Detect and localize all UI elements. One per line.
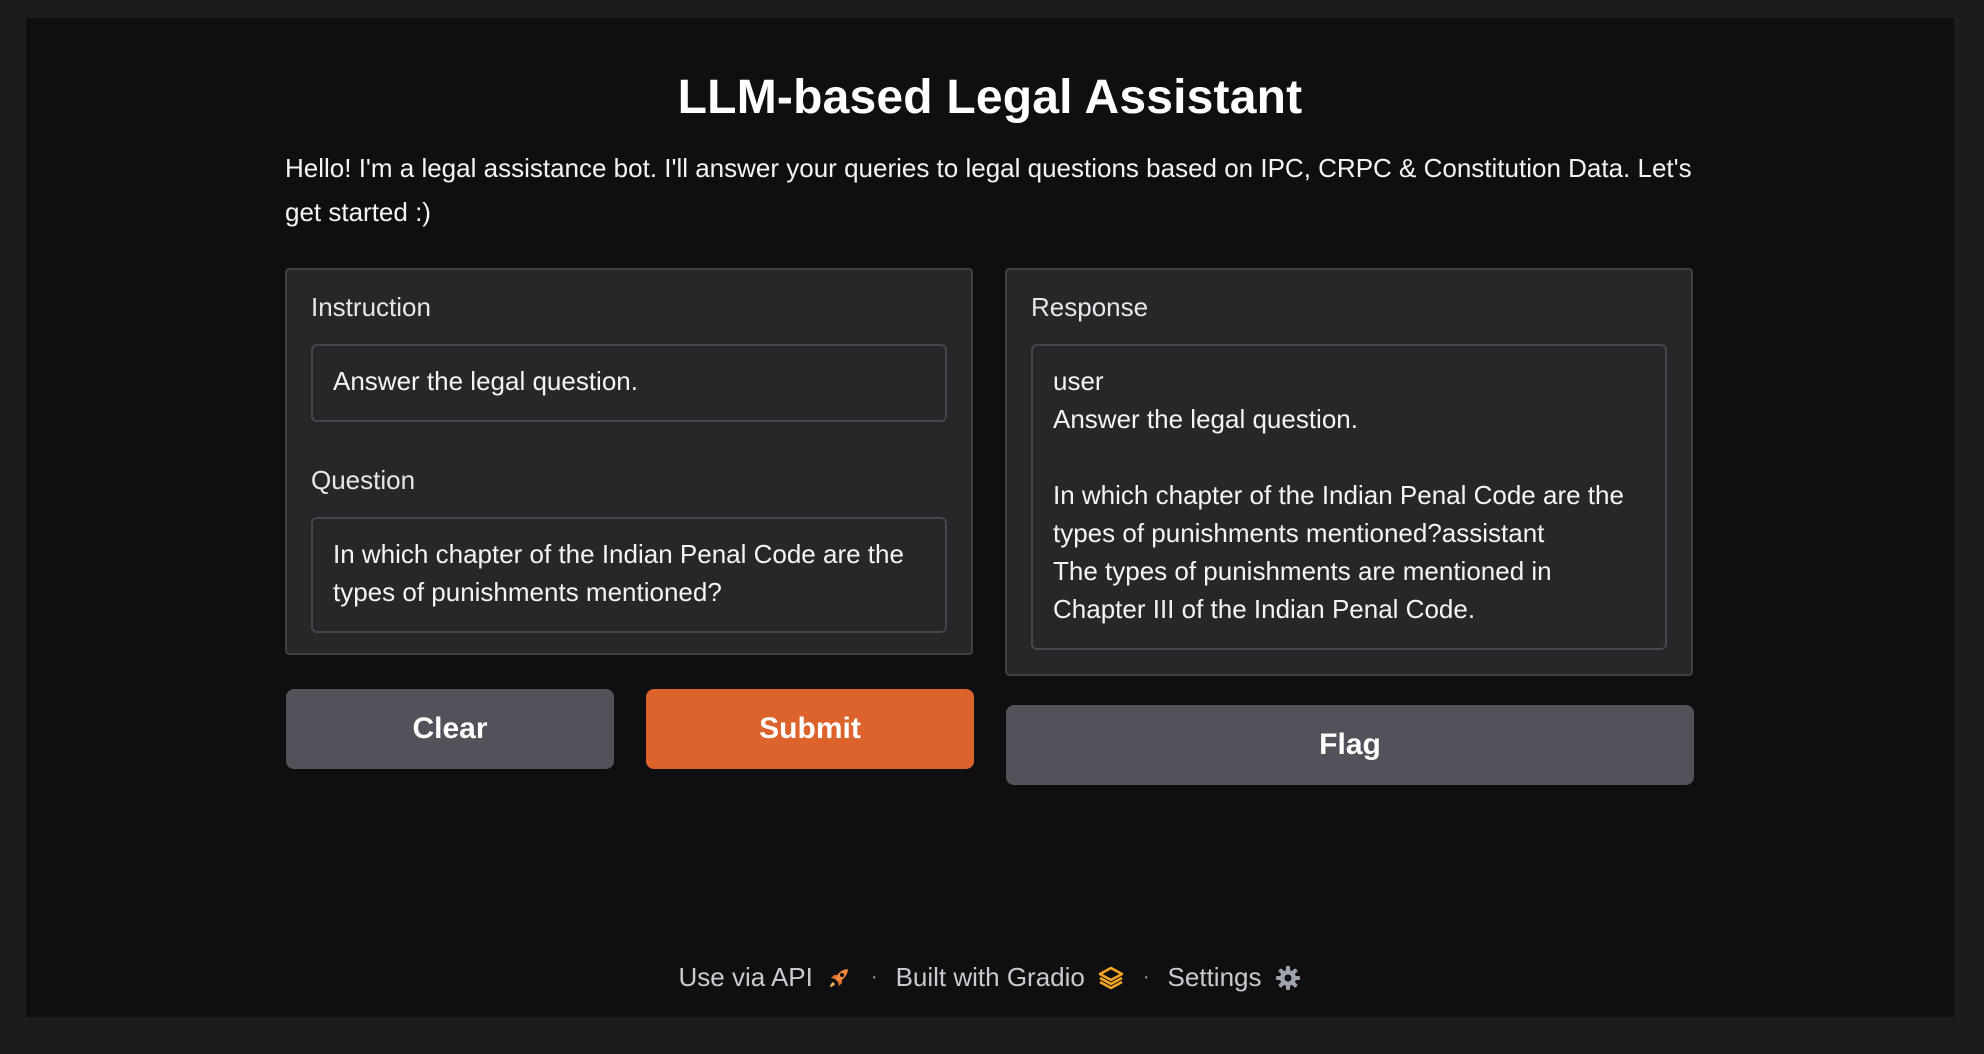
- flag-button[interactable]: Flag: [1006, 705, 1694, 785]
- output-panel: Response: [1005, 268, 1693, 676]
- input-panel: Instruction Question: [285, 268, 973, 655]
- use-via-api-link[interactable]: Use via API: [678, 962, 852, 993]
- use-via-api-label: Use via API: [678, 962, 813, 992]
- response-output[interactable]: [1031, 344, 1667, 650]
- settings-link[interactable]: Settings: [1168, 962, 1302, 993]
- question-input[interactable]: [311, 517, 947, 633]
- settings-label: Settings: [1167, 962, 1262, 992]
- page-title: LLM-based Legal Assistant: [677, 71, 1303, 124]
- footer-separator: ·: [1142, 966, 1150, 988]
- built-with-gradio-link[interactable]: Built with Gradio: [896, 962, 1125, 993]
- footer: Use via API · Built with Gradio · Settin…: [26, 962, 1954, 993]
- app-container: LLM-based Legal Assistant Hello! I'm a l…: [26, 18, 1954, 1017]
- footer-separator: ·: [870, 966, 878, 988]
- response-label: Response: [1031, 292, 1149, 322]
- gear-icon: [1274, 964, 1302, 992]
- intro-description: Hello! I'm a legal assistance bot. I'll …: [285, 153, 1692, 227]
- rocket-icon: [825, 964, 853, 992]
- instruction-label: Instruction: [311, 292, 431, 322]
- submit-button[interactable]: Submit: [646, 689, 974, 769]
- gradio-logo-icon: [1097, 964, 1125, 992]
- built-with-gradio-label: Built with Gradio: [895, 962, 1085, 992]
- clear-button[interactable]: Clear: [286, 689, 614, 769]
- question-label: Question: [311, 465, 416, 495]
- instruction-input[interactable]: [311, 344, 947, 422]
